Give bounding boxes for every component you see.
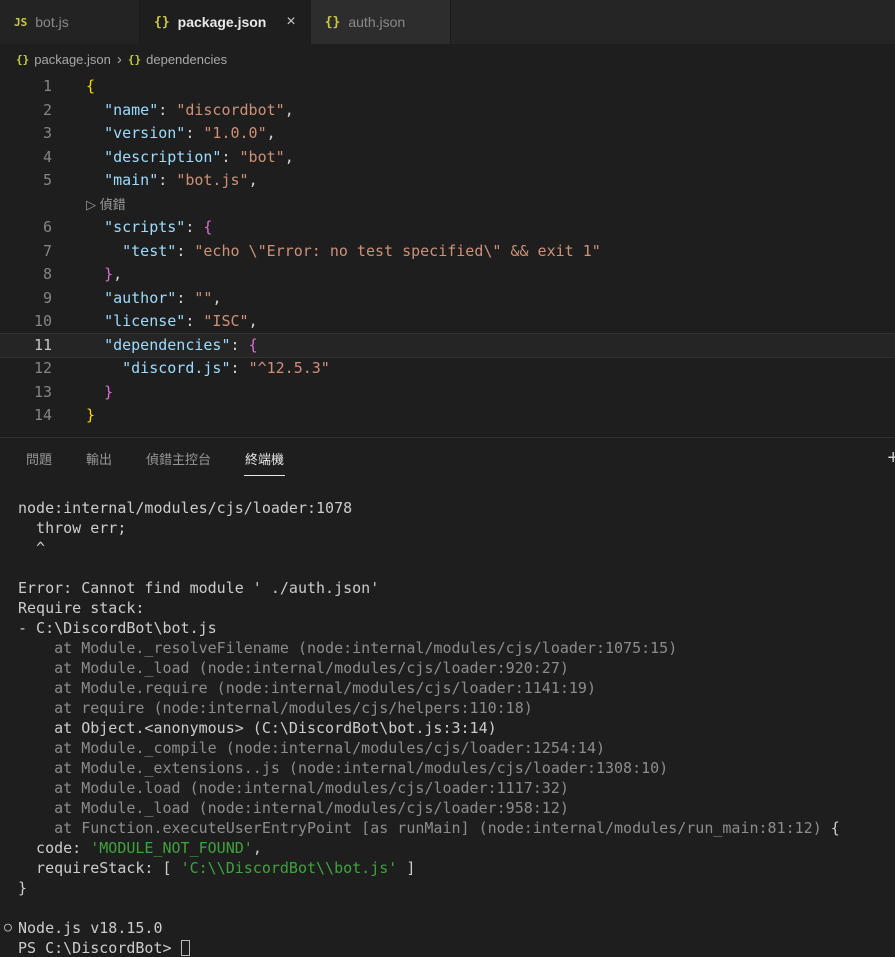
- terminal-line: at Module.require (node:internal/modules…: [18, 678, 596, 697]
- terminal-line: ^: [18, 538, 46, 557]
- line-number: 13: [33, 382, 52, 401]
- breadcrumb-separator-icon: ›: [116, 51, 122, 68]
- breadcrumb-label: dependencies: [146, 52, 228, 67]
- tab-label: auth.json: [348, 14, 406, 30]
- code-text: "discord.js": "^12.5.3": [122, 359, 330, 377]
- line-number: 9: [42, 288, 52, 307]
- code-line: 10 "license": "ISC",: [0, 310, 895, 334]
- line-number: 7: [42, 241, 52, 260]
- code-line: 5 "main": "bot.js",: [0, 169, 895, 193]
- code-text: }: [104, 382, 114, 401]
- code-line: 3 "version": "1.0.0",: [0, 122, 895, 146]
- bottom-panel: 問題 輸出 偵錯主控台 終端機 + node:internal/modules/cjs…: [0, 436, 895, 957]
- line-number: [0, 193, 52, 217]
- breadcrumb-item-dependencies[interactable]: {} dependencies: [128, 52, 227, 67]
- new-terminal-button[interactable]: +: [887, 447, 895, 470]
- line-number: 5: [42, 171, 52, 189]
- terminal-line: throw err;: [18, 518, 127, 537]
- code-line: 8 },: [0, 263, 895, 287]
- codelens-line: ▷ 偵錯: [0, 193, 895, 217]
- line-number: 10: [33, 312, 52, 330]
- panel-tab-偵錯主控台[interactable]: 偵錯主控台: [145, 444, 212, 476]
- terminal-line: node:internal/modules/cjs/loader:1078: [18, 498, 353, 517]
- code-line: 14}: [0, 404, 895, 428]
- terminal-line: Error: Cannot find module ' ./auth.json': [18, 578, 380, 597]
- tab-bot.js[interactable]: JS bot.js: [0, 0, 140, 44]
- terminal-line: }: [18, 878, 28, 897]
- code-text: "scripts": {: [104, 218, 213, 236]
- code-line: 11 "dependencies": {: [0, 334, 895, 358]
- terminal-line: at Module._resolveFilename (node:interna…: [18, 638, 678, 657]
- line-number: 11: [33, 335, 52, 354]
- line-number: 6: [42, 218, 52, 236]
- terminal-line: ○ Node.js v18.15.0: [4, 918, 163, 937]
- code-text: "test": "echo \"Error: no test specified…: [122, 241, 601, 260]
- json-braces-icon: {}: [16, 53, 30, 66]
- line-number: 3: [42, 124, 52, 142]
- code-line: 13 }: [0, 381, 895, 405]
- code-line: 12 "discord.js": "^12.5.3": [0, 357, 895, 381]
- line-number: 14: [33, 406, 52, 424]
- terminal-line: requireStack: [ 'C:\\DiscordBot\\bot.js'…: [18, 858, 416, 877]
- terminal-line: at Module._compile (node:internal/module…: [18, 738, 605, 757]
- json-braces-icon: {}: [324, 14, 341, 30]
- line-number: 8: [42, 265, 52, 283]
- terminal-line: at Module._load (node:internal/modules/c…: [18, 798, 569, 817]
- code-line: 2 "name": "discordbot",: [0, 99, 895, 123]
- code-line: 7 "test": "echo \"Error: no test specifi…: [0, 240, 895, 264]
- terminal-line: at Function.executeUserEntryPoint [as ru…: [18, 818, 840, 837]
- code-line: 6 "scripts": {: [0, 216, 895, 240]
- code-line: 9 "author": "",: [0, 287, 895, 311]
- code-line: 1{: [0, 75, 895, 99]
- panel-tab-輸出[interactable]: 輸出: [85, 444, 113, 476]
- json-braces-icon: {}: [127, 53, 142, 66]
- code-text: "author": "",: [104, 288, 222, 307]
- terminal-line: at Object.<anonymous> (C:\DiscordBot\bot…: [18, 718, 497, 737]
- terminal-line: at require (node:internal/modules/cjs/he…: [18, 698, 533, 717]
- breadcrumb[interactable]: {} package.json › {} dependencies: [0, 44, 895, 75]
- terminal-line: PS C:\DiscordBot>: [18, 938, 895, 957]
- line-number: 1: [42, 77, 52, 95]
- tab-auth.json[interactable]: {} auth.json: [310, 0, 451, 44]
- code-text: "license": "ISC",: [104, 312, 258, 330]
- code-text: "version": "1.0.0",: [104, 124, 276, 142]
- js-file-icon: JS: [14, 15, 28, 29]
- terminal-line: Require stack:: [18, 598, 145, 617]
- terminal-output[interactable]: node:internal/modules/cjs/loader:1078 th…: [0, 482, 895, 957]
- code-text: {: [86, 77, 96, 95]
- code-text: },: [104, 265, 123, 283]
- terminal-line: code: 'MODULE_NOT_FOUND',: [18, 838, 262, 857]
- panel-tab-終端機[interactable]: 終端機: [244, 444, 286, 476]
- tab-package.json[interactable]: {} package.json ×: [140, 0, 311, 44]
- line-number: 4: [42, 147, 52, 166]
- editor-tab-bar: JS bot.js {} package.json × {} auth.json: [0, 0, 895, 44]
- vscode-window: { "window": { "tabs": [ {"icon": "js", "…: [0, 0, 895, 957]
- panel-tab-問題[interactable]: 問題: [25, 444, 53, 476]
- code-text: "description": "bot",: [104, 147, 294, 166]
- code-line: 4 "description": "bot",: [0, 146, 895, 170]
- tab-label: package.json: [177, 14, 267, 30]
- terminal-line: at Module._load (node:internal/modules/c…: [18, 658, 569, 677]
- terminal-line: - C:\DiscordBot\bot.js: [18, 618, 217, 637]
- command-decoration-icon: ○: [4, 919, 12, 935]
- tab-label: bot.js: [35, 14, 69, 30]
- code-text: "dependencies": {: [104, 335, 258, 354]
- panel-tab-bar: 問題 輸出 偵錯主控台 終端機 +: [0, 438, 895, 482]
- code-text: }: [86, 406, 96, 424]
- line-number: 2: [42, 100, 52, 119]
- debug-codelens[interactable]: ▷ 偵錯: [86, 193, 126, 217]
- breadcrumb-item-package.json[interactable]: {} package.json: [16, 52, 111, 67]
- close-tab-icon[interactable]: ×: [286, 14, 295, 30]
- terminal-line: at Module.load (node:internal/modules/cj…: [18, 778, 569, 797]
- line-number: 12: [33, 359, 52, 377]
- json-braces-icon: {}: [154, 14, 170, 30]
- code-text: "main": "bot.js",: [104, 171, 258, 189]
- breadcrumb-label: package.json: [34, 52, 111, 67]
- code-text: "name": "discordbot",: [104, 100, 294, 119]
- code-editor[interactable]: 1{2 "name": "discordbot", 3 "version": "1…: [0, 75, 895, 437]
- terminal-line: at Module._extensions..js (node:internal…: [18, 758, 669, 777]
- terminal-cursor[interactable]: [180, 939, 190, 956]
